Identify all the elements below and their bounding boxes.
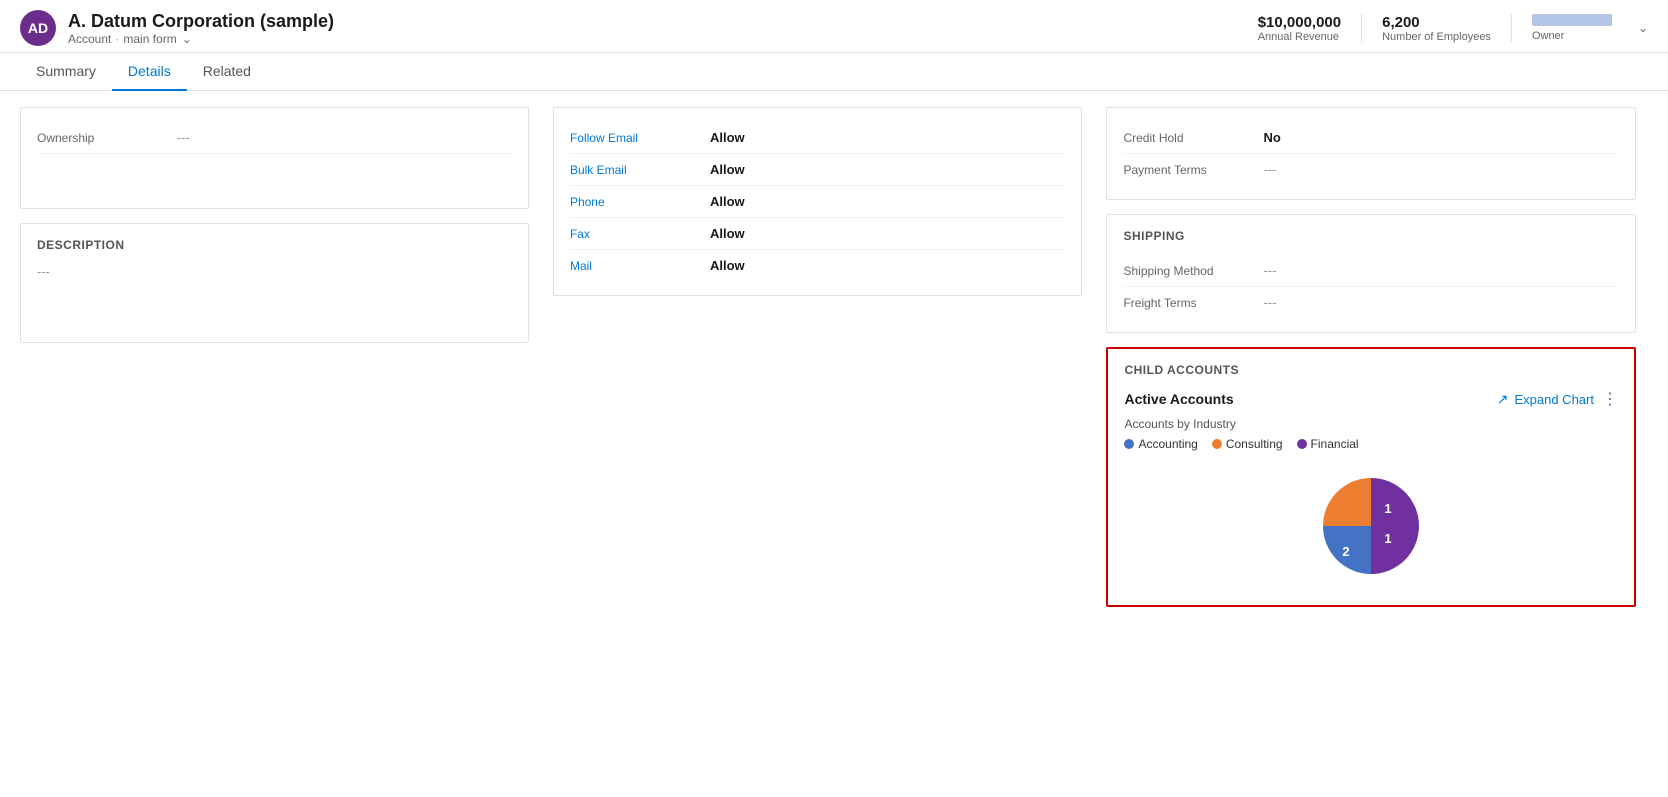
phone-label: Phone: [570, 195, 710, 209]
consulting-value: 1: [1385, 531, 1392, 546]
payment-terms-value: ---: [1263, 162, 1276, 177]
chart-legend: Accounting Consulting Financial: [1124, 437, 1618, 451]
freight-terms-value: ---: [1263, 295, 1276, 310]
subtitle-type: Account: [68, 32, 111, 46]
follow-email-label: Follow Email: [570, 131, 710, 145]
avatar: AD: [20, 10, 56, 46]
shipping-method-label: Shipping Method: [1123, 264, 1263, 278]
chevron-down-icon: ⌄: [182, 32, 192, 46]
freight-terms-row: Freight Terms ---: [1123, 287, 1619, 318]
accounting-dot: [1124, 439, 1134, 449]
description-title: Description: [37, 238, 512, 252]
shipping-method-value: ---: [1263, 263, 1276, 278]
header: AD A. Datum Corporation (sample) Account…: [0, 0, 1668, 53]
tab-summary[interactable]: Summary: [20, 53, 112, 91]
form-select[interactable]: main form ⌄: [123, 32, 191, 46]
header-subtitle: Account · main form ⌄: [68, 32, 334, 46]
payment-terms-row: Payment Terms ---: [1123, 154, 1619, 185]
financial-dot: [1297, 439, 1307, 449]
chart-subtitle: Accounts by Industry: [1124, 417, 1618, 431]
nav-tabs: Summary Details Related: [0, 53, 1668, 91]
account-title: A. Datum Corporation (sample): [68, 11, 334, 32]
contact-prefs-section: Follow Email Allow Bulk Email Allow Phon…: [553, 107, 1083, 296]
credit-hold-row: Credit Hold No: [1123, 122, 1619, 154]
header-title-group: A. Datum Corporation (sample) Account · …: [68, 11, 334, 46]
credit-hold-label: Credit Hold: [1123, 131, 1263, 145]
tab-related[interactable]: Related: [187, 53, 267, 91]
billing-section: Credit Hold No Payment Terms ---: [1106, 107, 1636, 200]
col1: Ownership --- Description ---: [20, 107, 541, 607]
shipping-title: SHIPPING: [1123, 229, 1619, 243]
bulk-email-row: Bulk Email Allow: [570, 154, 1066, 186]
mail-label: Mail: [570, 259, 710, 273]
header-left: AD A. Datum Corporation (sample) Account…: [20, 10, 334, 46]
description-value: ---: [37, 264, 512, 279]
consulting-label: Consulting: [1226, 437, 1283, 451]
expand-chart-button[interactable]: ↗ Expand Chart: [1497, 391, 1594, 408]
accounting-value: 1: [1385, 501, 1392, 516]
col3: Credit Hold No Payment Terms --- SHIPPIN…: [1094, 107, 1648, 607]
shipping-section: SHIPPING Shipping Method --- Freight Ter…: [1106, 214, 1636, 333]
consulting-slice: [1323, 478, 1371, 526]
payment-terms-label: Payment Terms: [1123, 163, 1263, 177]
more-options-icon[interactable]: ⋮: [1602, 389, 1618, 409]
fax-row: Fax Allow: [570, 218, 1066, 250]
financial-slice: [1371, 478, 1419, 574]
tab-details[interactable]: Details: [112, 53, 187, 91]
description-section: Description ---: [20, 223, 529, 343]
accounting-label: Accounting: [1138, 437, 1197, 451]
ownership-value: ---: [177, 130, 190, 145]
col2: Follow Email Allow Bulk Email Allow Phon…: [541, 107, 1095, 607]
ownership-extra-row: [37, 154, 512, 194]
header-chevron-icon[interactable]: ⌄: [1638, 21, 1648, 35]
phone-row: Phone Allow: [570, 186, 1066, 218]
consulting-dot: [1212, 439, 1222, 449]
phone-value: Allow: [710, 194, 745, 209]
financial-label: Financial: [1311, 437, 1359, 451]
legend-consulting: Consulting: [1212, 437, 1283, 451]
mail-row: Mail Allow: [570, 250, 1066, 281]
ownership-section: Ownership ---: [20, 107, 529, 209]
child-accounts-title: CHILD ACCOUNTS: [1124, 363, 1618, 377]
follow-email-value: Allow: [710, 130, 745, 145]
main-content: Ownership --- Description --- Follow Ema…: [0, 91, 1668, 623]
owner-stat: Owner: [1511, 14, 1632, 42]
legend-financial: Financial: [1297, 437, 1359, 451]
mail-value: Allow: [710, 258, 745, 273]
active-accounts-label: Active Accounts: [1124, 391, 1233, 407]
child-accounts-section: CHILD ACCOUNTS Active Accounts ↗ Expand …: [1106, 347, 1636, 607]
ownership-row: Ownership ---: [37, 122, 512, 154]
header-right: $10,000,000 Annual Revenue 6,200 Number …: [1238, 14, 1648, 43]
legend-accounting: Accounting: [1124, 437, 1197, 451]
shipping-method-row: Shipping Method ---: [1123, 255, 1619, 287]
annual-revenue-stat: $10,000,000 Annual Revenue: [1238, 14, 1361, 43]
bulk-email-value: Allow: [710, 162, 745, 177]
fax-label: Fax: [570, 227, 710, 241]
expand-chart-label: Expand Chart: [1514, 392, 1594, 407]
credit-hold-value: No: [1263, 130, 1280, 145]
fax-value: Allow: [710, 226, 745, 241]
bulk-email-label: Bulk Email: [570, 163, 710, 177]
chart-controls: ↗ Expand Chart ⋮: [1497, 389, 1618, 409]
ownership-label: Ownership: [37, 131, 177, 145]
pie-chart: 1 2 1: [1316, 471, 1426, 581]
expand-chart-icon: ↗: [1497, 391, 1509, 408]
financial-value: 2: [1343, 544, 1350, 559]
owner-bar: [1532, 14, 1612, 26]
pie-chart-area: 1 2 1: [1124, 461, 1618, 591]
follow-email-row: Follow Email Allow: [570, 122, 1066, 154]
employees-stat: 6,200 Number of Employees: [1361, 14, 1511, 43]
freight-terms-label: Freight Terms: [1123, 296, 1263, 310]
child-accounts-header: Active Accounts ↗ Expand Chart ⋮: [1124, 389, 1618, 409]
